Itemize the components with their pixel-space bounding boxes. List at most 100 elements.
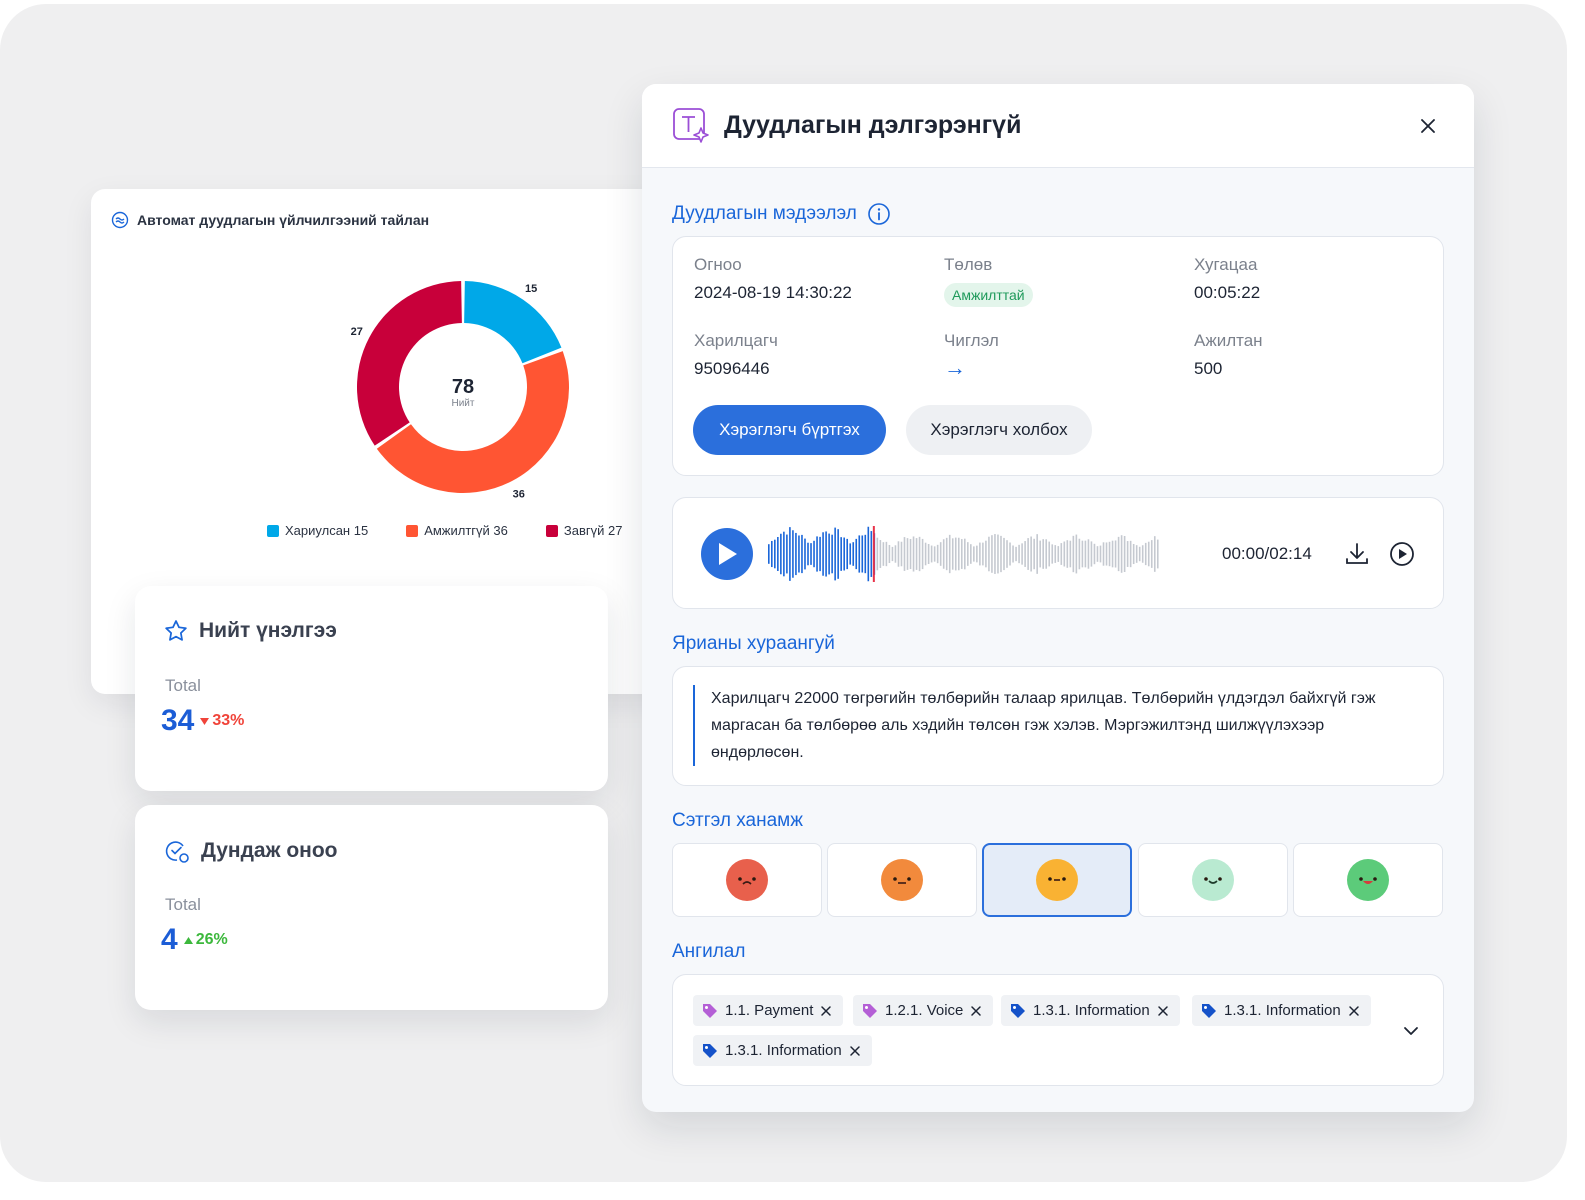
mood-option-happy[interactable] bbox=[1138, 843, 1288, 917]
legend-item-busy: Завгүй 27 bbox=[545, 523, 622, 538]
waveform-bar bbox=[1111, 540, 1114, 568]
waveform-bar bbox=[834, 527, 836, 581]
waveform-bar bbox=[1135, 545, 1138, 563]
remove-tag-icon[interactable] bbox=[1156, 1004, 1170, 1018]
waveform-bar bbox=[816, 536, 818, 572]
register-user-button[interactable]: Хэрэглэгч бүртгэх bbox=[693, 405, 886, 455]
mood-option-very-unhappy[interactable] bbox=[672, 843, 822, 917]
close-icon[interactable] bbox=[1416, 114, 1440, 138]
audio-player: 00:00/02:14 bbox=[672, 497, 1444, 609]
waveform-bar bbox=[822, 532, 824, 576]
stat-value-row: 4 26% bbox=[161, 923, 228, 957]
tag-label: 1.3.1. Information bbox=[725, 1042, 842, 1059]
waveform-bar bbox=[768, 544, 770, 564]
text-ai-icon bbox=[673, 107, 709, 143]
tag-icon bbox=[703, 1043, 717, 1058]
date-label: Огноо bbox=[694, 255, 742, 274]
donut-chart: 15 36 27 78Нийт bbox=[351, 281, 569, 500]
play-circle-icon[interactable] bbox=[1388, 540, 1416, 568]
waveform-bar bbox=[1018, 544, 1020, 564]
waveform-bar bbox=[1102, 542, 1105, 566]
remove-tag-icon[interactable] bbox=[969, 1004, 983, 1018]
waveform-bar bbox=[861, 535, 864, 573]
link-user-button[interactable]: Хэрэглэгч холбох bbox=[906, 405, 1092, 455]
stat-change: 26% bbox=[183, 931, 228, 949]
waveform-bar bbox=[798, 535, 800, 573]
waveform-bar bbox=[867, 526, 870, 582]
chevron-down-icon[interactable] bbox=[1401, 1021, 1421, 1041]
mood-option-very-happy[interactable] bbox=[1293, 843, 1443, 917]
employee-label: Ажилтан bbox=[1194, 331, 1263, 350]
waveform-bar bbox=[807, 542, 809, 566]
waveform-bar bbox=[801, 534, 803, 574]
waveform-bar bbox=[951, 538, 954, 570]
waveform-bar bbox=[1105, 542, 1108, 566]
stat-header: Нийт үнэлгээ bbox=[163, 618, 337, 644]
remove-tag-icon[interactable] bbox=[819, 1004, 833, 1018]
waveform-bar bbox=[1081, 540, 1084, 568]
waveform-bar bbox=[933, 546, 936, 562]
download-icon[interactable] bbox=[1343, 540, 1371, 568]
waveform-bar bbox=[810, 543, 812, 565]
waveform-bar bbox=[988, 536, 990, 572]
donut-center-label: Нийт bbox=[452, 398, 475, 409]
waveform-bar bbox=[825, 531, 827, 577]
playhead[interactable] bbox=[872, 526, 875, 582]
waveform-bar bbox=[849, 543, 852, 565]
mood-option-unhappy[interactable] bbox=[827, 843, 977, 917]
waveform-bar bbox=[1114, 540, 1117, 568]
slice-busy bbox=[357, 281, 462, 446]
waveform-bar bbox=[997, 534, 999, 574]
data-label-busy: 27 bbox=[351, 326, 363, 338]
remove-tag-icon[interactable] bbox=[1347, 1004, 1361, 1018]
stat-change-value: 33% bbox=[212, 712, 245, 729]
waveform-bar bbox=[1045, 539, 1048, 569]
waveform-bar bbox=[967, 542, 969, 566]
waveform-bar bbox=[1030, 536, 1032, 572]
waveform-bar bbox=[957, 537, 960, 571]
waveform-bar bbox=[1141, 545, 1144, 563]
very-happy-face-icon bbox=[1347, 859, 1389, 901]
check-circle-icon bbox=[165, 841, 189, 863]
stat-change-value: 26% bbox=[195, 931, 228, 948]
legend-item-answered: Хариулсан 15 bbox=[267, 523, 368, 538]
customer-value: 95096446 bbox=[694, 359, 770, 378]
waveform-bar bbox=[876, 537, 879, 571]
waveform-bar bbox=[936, 544, 939, 564]
triangle-down-icon bbox=[200, 717, 210, 725]
customer-label: Харилцагч bbox=[694, 331, 778, 350]
waveform-bar bbox=[882, 542, 885, 566]
duration-value: 00:05:22 bbox=[1194, 283, 1261, 302]
waveform-bar bbox=[924, 542, 927, 566]
star-icon bbox=[165, 620, 187, 641]
waveform-bar bbox=[891, 546, 894, 562]
waveform-bar bbox=[994, 534, 996, 574]
waveform-bar bbox=[858, 535, 861, 573]
legend-label: Амжилтгүй 36 bbox=[424, 523, 508, 538]
arrow-right-icon: → bbox=[944, 355, 966, 380]
mood-option-neutral[interactable] bbox=[982, 843, 1132, 917]
tag-icon bbox=[863, 1003, 877, 1018]
waveform-bar bbox=[777, 536, 779, 572]
waveform-bar bbox=[1009, 542, 1011, 566]
waveform-bar bbox=[819, 536, 821, 572]
stat-header: Дундаж оноо bbox=[163, 837, 337, 865]
waveform-bar bbox=[792, 530, 794, 578]
chart-legend: Хариулсан 15 Амжилтгүй 36 Завгүй 27 bbox=[267, 523, 622, 538]
tag-label: 1.2.1. Voice bbox=[885, 1002, 964, 1019]
play-button[interactable] bbox=[701, 528, 753, 580]
stat-value-row: 34 33% bbox=[161, 704, 244, 738]
stat-label: Total bbox=[165, 895, 201, 914]
employee-field: Ажилтан 500 bbox=[1194, 331, 1263, 379]
category-tag: 1.2.1. Voice bbox=[853, 995, 994, 1026]
stat-number: 4 bbox=[161, 923, 178, 956]
waveform-bar bbox=[1066, 540, 1069, 568]
tag-label: 1.3.1. Information bbox=[1033, 1002, 1150, 1019]
waveform-bar bbox=[888, 544, 891, 564]
remove-tag-icon[interactable] bbox=[848, 1044, 862, 1058]
audio-waveform[interactable] bbox=[767, 526, 1159, 582]
waveform-bar bbox=[1033, 538, 1035, 570]
waveform-bar bbox=[780, 533, 782, 575]
info-icon[interactable] bbox=[867, 202, 891, 226]
waveform-bar bbox=[982, 542, 984, 566]
